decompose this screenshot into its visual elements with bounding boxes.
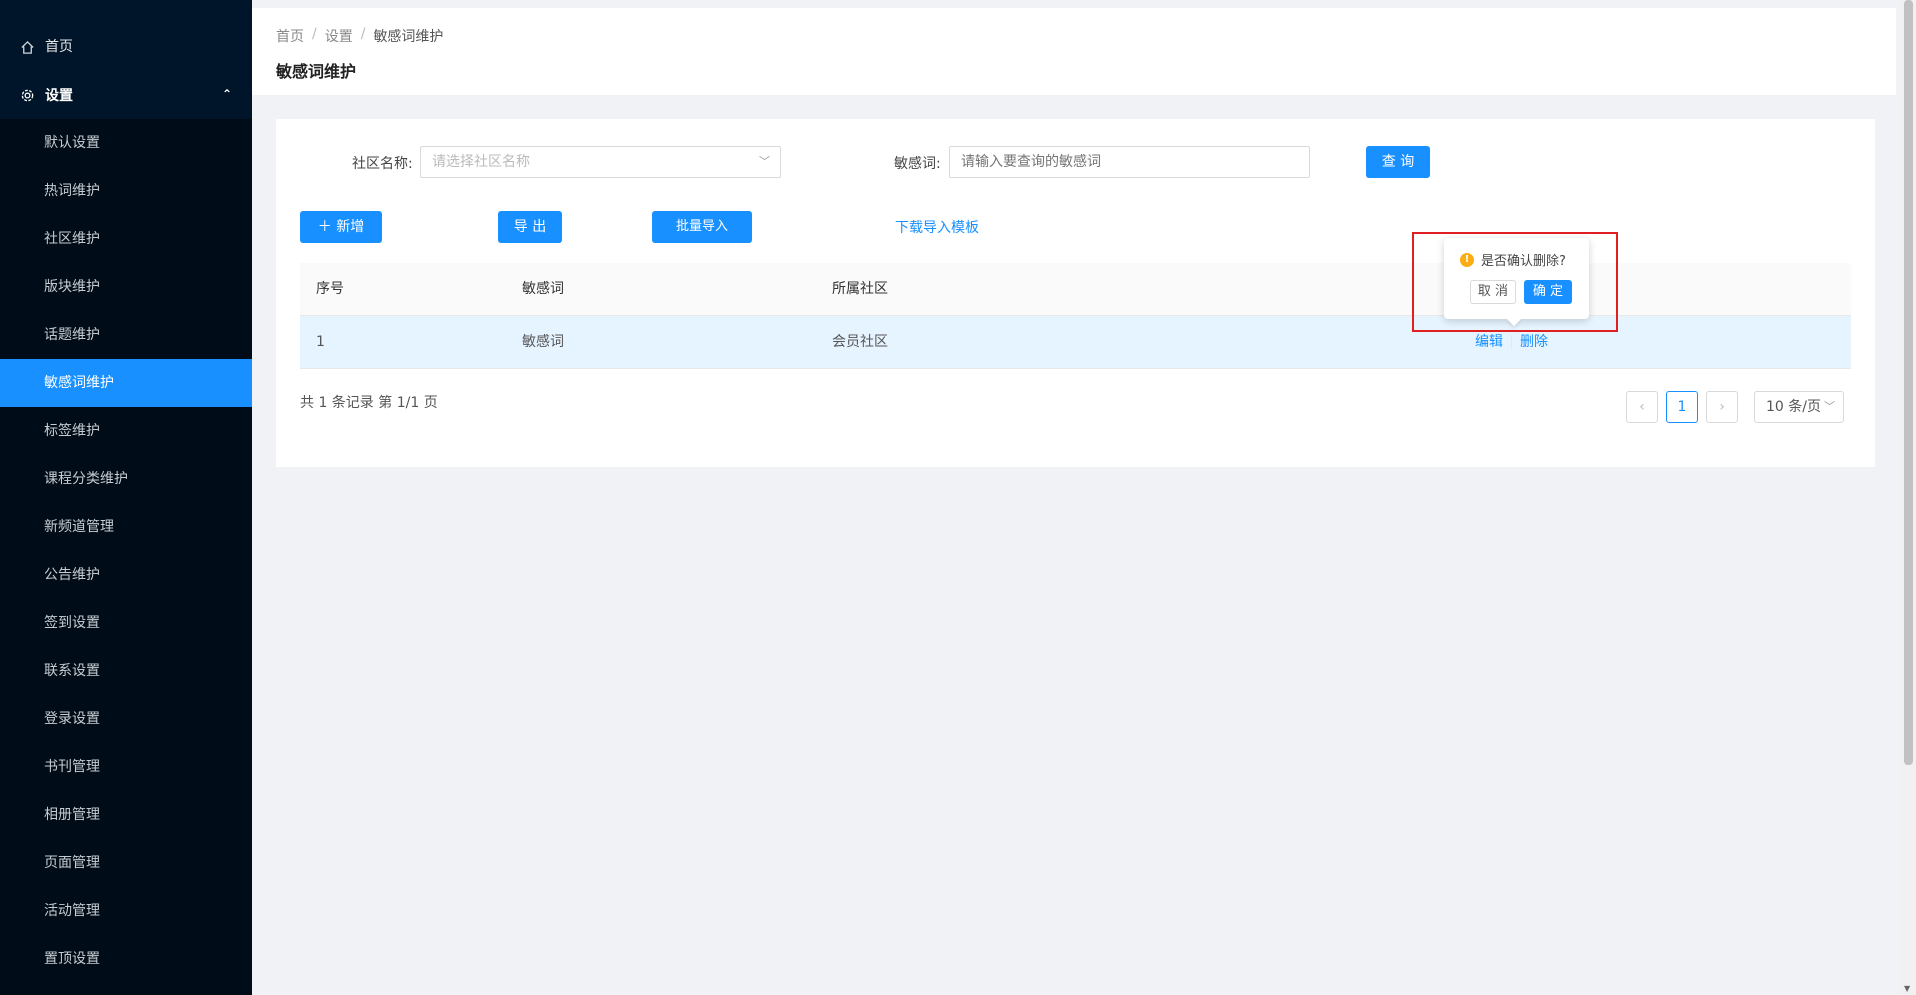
sidebar: 首页 设置 ⌃ 默认设置 热词维护 社区维护 版块维护 话题维护 敏感词维护 标…: [0, 0, 252, 995]
sidebar-item-sensitive-words[interactable]: 敏感词维护: [0, 359, 252, 407]
chevron-left-icon: ‹: [1639, 399, 1645, 415]
sidebar-item-course-categories[interactable]: 课程分类维护: [0, 455, 252, 503]
chevron-down-icon: ﹀: [1824, 400, 1835, 413]
table-header: 序号 敏感词 所属社区: [300, 263, 1851, 316]
breadcrumb-current: 敏感词维护: [373, 29, 444, 45]
edit-link[interactable]: 编辑: [1475, 334, 1503, 350]
sidebar-item-login[interactable]: 登录设置: [0, 695, 252, 743]
add-button-label: 新增: [336, 219, 365, 235]
page-size-select[interactable]: 10 条/页 ﹀: [1754, 391, 1844, 423]
sidebar-group-settings[interactable]: 设置 ⌃: [0, 71, 252, 119]
sidebar-item-default-settings[interactable]: 默认设置: [0, 119, 252, 167]
prev-page-button[interactable]: ‹: [1626, 391, 1658, 423]
scrollbar-thumb[interactable]: [1904, 0, 1913, 765]
sidebar-group-label: 设置: [45, 88, 73, 104]
cell-index: 1: [316, 334, 325, 350]
export-button[interactable]: 导 出: [498, 211, 562, 243]
sidebar-item-pinned[interactable]: 置顶设置: [0, 935, 252, 983]
home-icon: [21, 40, 34, 54]
delete-popconfirm: ! 是否确认删除? 取 消 确 定: [1444, 238, 1589, 327]
cell-community: 会员社区: [832, 334, 888, 350]
sidebar-item-albums[interactable]: 相册管理: [0, 791, 252, 839]
community-select[interactable]: 请选择社区名称 ﹀: [420, 146, 781, 178]
sidebar-item-books[interactable]: 书刊管理: [0, 743, 252, 791]
delete-link[interactable]: 删除: [1520, 334, 1548, 350]
gear-icon: [21, 89, 34, 101]
community-label: 社区名称:: [352, 156, 413, 172]
breadcrumb-settings[interactable]: 设置: [325, 26, 353, 46]
plus-icon: ＋: [317, 219, 337, 235]
sensitive-word-label: 敏感词:: [894, 156, 941, 172]
query-button[interactable]: 查 询: [1366, 146, 1430, 178]
popconfirm-text: 是否确认删除?: [1481, 254, 1566, 269]
popconfirm-ok-button[interactable]: 确 定: [1524, 280, 1572, 304]
column-header-word: 敏感词: [522, 281, 564, 297]
sidebar-item-community[interactable]: 社区维护: [0, 215, 252, 263]
sidebar-item-checkin[interactable]: 签到设置: [0, 599, 252, 647]
sidebar-item-label: 首页: [45, 39, 73, 55]
pagination-total: 共 1 条记录 第 1/1 页: [300, 395, 438, 411]
scroll-down-icon[interactable]: ▼: [1904, 984, 1910, 993]
sidebar-item-pages[interactable]: 页面管理: [0, 839, 252, 887]
chevron-right-icon: ›: [1719, 399, 1725, 415]
popconfirm-cancel-button[interactable]: 取 消: [1470, 280, 1516, 304]
page-title: 敏感词维护: [276, 62, 357, 81]
warning-icon: !: [1460, 252, 1474, 267]
sidebar-item-hot-words[interactable]: 热词维护: [0, 167, 252, 215]
column-header-community: 所属社区: [832, 281, 888, 297]
popconfirm-message: ! 是否确认删除?: [1460, 250, 1566, 269]
community-select-placeholder: 请选择社区名称: [432, 154, 530, 170]
breadcrumb-home[interactable]: 首页: [276, 26, 304, 46]
add-button[interactable]: ＋ 新增: [300, 211, 382, 243]
sensitive-word-input[interactable]: [949, 146, 1310, 178]
sidebar-item-contact[interactable]: 联系设置: [0, 647, 252, 695]
sidebar-item-home[interactable]: 首页: [0, 23, 252, 71]
sidebar-item-sections[interactable]: 版块维护: [0, 263, 252, 311]
table-row: 1 敏感词 会员社区 编辑 删除: [300, 316, 1851, 369]
chevron-down-icon: ﹀: [759, 155, 770, 168]
batch-import-button[interactable]: 批量导入: [652, 211, 752, 243]
sidebar-submenu: 默认设置 热词维护 社区维护 版块维护 话题维护 敏感词维护 标签维护 课程分类…: [0, 119, 252, 995]
breadcrumb-separator: /: [360, 26, 366, 42]
data-table: 序号 敏感词 所属社区 1 敏感词 会员社区 编辑 删除: [300, 263, 1851, 369]
page-size-value: 10 条/页: [1766, 399, 1821, 415]
sidebar-item-tags[interactable]: 标签维护: [0, 407, 252, 455]
sidebar-item-new-channels[interactable]: 新频道管理: [0, 503, 252, 551]
breadcrumb-separator: /: [312, 26, 317, 42]
chevron-up-icon: ⌃: [221, 87, 232, 101]
breadcrumb: 首页 / 设置 / 敏感词维护: [276, 26, 443, 46]
cell-word: 敏感词: [522, 334, 564, 350]
content-card: 社区名称: 请选择社区名称 ﹀ 敏感词: 查 询 ＋ 新增 导 出 批量导入 下…: [276, 119, 1875, 467]
sidebar-item-announcements[interactable]: 公告维护: [0, 551, 252, 599]
next-page-button[interactable]: ›: [1706, 391, 1738, 423]
page-scrollbar[interactable]: ▼: [1900, 0, 1916, 995]
sidebar-item-activities[interactable]: 活动管理: [0, 887, 252, 935]
page-number-button[interactable]: 1: [1666, 391, 1698, 423]
action-divider: [1511, 335, 1512, 349]
page-header: 首页 / 设置 / 敏感词维护 敏感词维护: [252, 0, 1896, 95]
sidebar-item-topics[interactable]: 话题维护: [0, 311, 252, 359]
download-template-link[interactable]: 下载导入模板: [895, 217, 979, 237]
column-header-index: 序号: [316, 281, 344, 297]
